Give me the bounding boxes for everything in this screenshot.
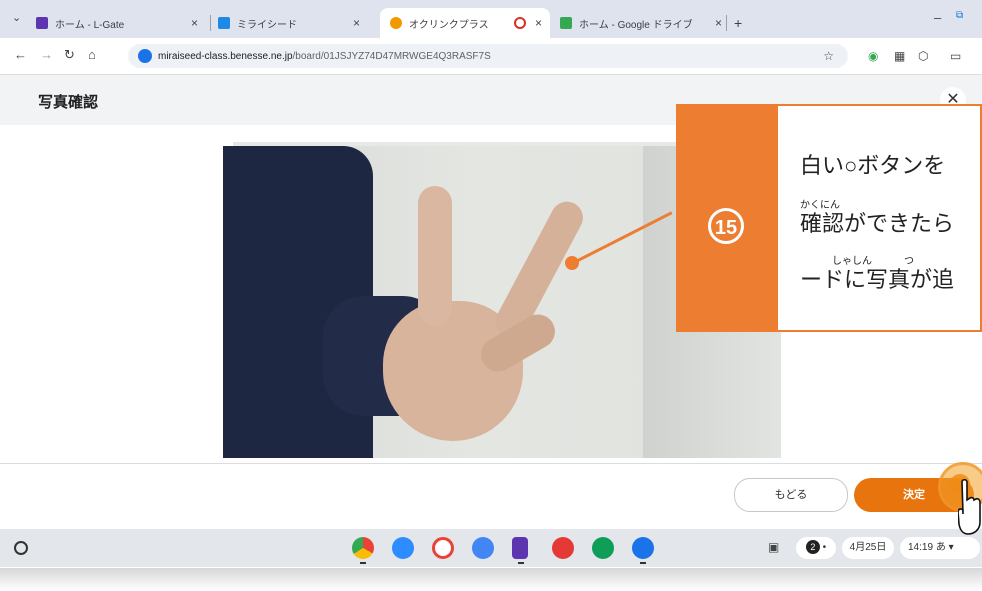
launcher-icon[interactable] <box>14 541 28 555</box>
callout-pointer-dot <box>565 256 579 270</box>
wifi-icon: ▾ <box>948 542 954 553</box>
screen-capture-icon[interactable]: ▣ <box>768 540 779 554</box>
address-bar[interactable]: miraiseed-class.benesse.ne.jp /board/01J… <box>128 44 848 68</box>
recording-icon <box>514 17 526 29</box>
tab-miraiseed[interactable]: ミライシード × <box>218 8 368 38</box>
home-icon[interactable]: ⌂ <box>88 47 96 62</box>
extensions-puzzle-icon[interactable]: ⬡ <box>918 49 928 63</box>
callout-line-1: 白い○ボタンを <box>800 153 946 178</box>
close-tab-icon[interactable]: × <box>191 16 198 30</box>
forward-arrow-icon[interactable]: → <box>40 47 53 62</box>
page-title: 写真確認 <box>38 94 99 111</box>
running-indicator <box>640 562 646 564</box>
bookmark-star-icon[interactable]: ☆ <box>823 49 834 63</box>
tab-label: オクリンクプラス <box>409 19 489 31</box>
footer-divider <box>0 463 982 464</box>
screenshot-shadow <box>0 568 982 591</box>
tutorial-callout: 15 白い○ボタンを かくにん 確認ができたら しゃしん つ ードに写真が追 <box>676 104 982 332</box>
running-indicator <box>360 562 366 564</box>
close-tab-icon[interactable]: × <box>715 16 722 30</box>
browser-toolbar: ← → ↻ ⌂ miraiseed-class.benesse.ne.jp /b… <box>0 38 982 75</box>
running-indicator <box>518 562 524 564</box>
oklink-favicon-icon <box>390 17 402 29</box>
url-path: /board/01JSJYZ74D47MRWGE4Q3RASF7S <box>292 50 491 62</box>
step-number-panel: 15 <box>678 106 778 330</box>
tab-oklink[interactable]: オクリンクプラス × <box>380 8 550 38</box>
extension-icon[interactable]: ◉ <box>868 49 878 63</box>
tab-google-drive[interactable]: ホーム - Google ドライブ × <box>560 8 730 38</box>
files-icon[interactable] <box>632 537 654 559</box>
screen: ⌄ ホーム - L-Gate × ミライシード × オクリンクプラス × ホーム… <box>0 0 982 568</box>
close-tab-icon[interactable]: × <box>353 16 360 30</box>
new-tab-button[interactable]: + <box>734 8 754 38</box>
gmail-icon[interactable] <box>432 537 454 559</box>
tab-lgate[interactable]: ホーム - L-Gate × <box>36 8 206 38</box>
lgate-favicon-icon <box>36 17 48 29</box>
reading-list-icon[interactable]: ▦ <box>894 49 905 63</box>
paint-icon[interactable] <box>552 537 574 559</box>
chrome-icon[interactable] <box>352 537 374 559</box>
lgate-app-icon[interactable] <box>512 537 528 559</box>
classroom-icon[interactable] <box>592 537 614 559</box>
close-tab-icon[interactable]: × <box>535 16 542 30</box>
miraiseed-favicon-icon <box>218 17 230 29</box>
tab-label: ホーム - Google ドライブ <box>579 19 693 31</box>
tab-divider <box>210 15 211 31</box>
callout-line-3: ードに写真が追 <box>800 267 955 292</box>
tab-divider <box>726 15 727 31</box>
tab-label: ミライシード <box>237 19 297 31</box>
minimize-icon[interactable]: – <box>934 10 941 25</box>
drive-favicon-icon <box>560 17 572 29</box>
url-host: miraiseed-class.benesse.ne.jp <box>158 50 293 62</box>
status-area[interactable]: 14:19 あ ▾ <box>900 537 980 559</box>
photo-finger <box>418 186 452 326</box>
site-info-icon[interactable] <box>138 49 152 63</box>
reload-icon[interactable]: ↻ <box>64 47 75 63</box>
restore-icon[interactable]: ⧉ <box>956 10 963 21</box>
back-arrow-icon[interactable]: ← <box>14 47 27 62</box>
tab-strip: ⌄ ホーム - L-Gate × ミライシード × オクリンクプラス × ホーム… <box>0 0 982 38</box>
os-shelf: ▣ 2 • 4月25日 14:19 あ ▾ <box>0 529 982 567</box>
ime-indicator: あ <box>935 542 946 553</box>
step-number: 15 <box>708 208 744 244</box>
docs-icon[interactable] <box>472 537 494 559</box>
zoom-icon[interactable] <box>392 537 414 559</box>
notification-badge[interactable]: 2 • <box>796 537 836 559</box>
tab-label: ホーム - L-Gate <box>55 19 125 31</box>
hand-cursor-icon <box>958 478 981 535</box>
tab-search-chevron-icon[interactable]: ⌄ <box>12 11 21 24</box>
callout-line-2: 確認ができたら <box>800 211 955 236</box>
back-button[interactable]: もどる <box>734 478 848 512</box>
cast-icon[interactable]: ▭ <box>950 49 961 63</box>
clock-time: 14:19 <box>908 542 934 553</box>
date-indicator[interactable]: 4月25日 <box>842 537 894 559</box>
notification-count: 2 <box>805 540 820 554</box>
